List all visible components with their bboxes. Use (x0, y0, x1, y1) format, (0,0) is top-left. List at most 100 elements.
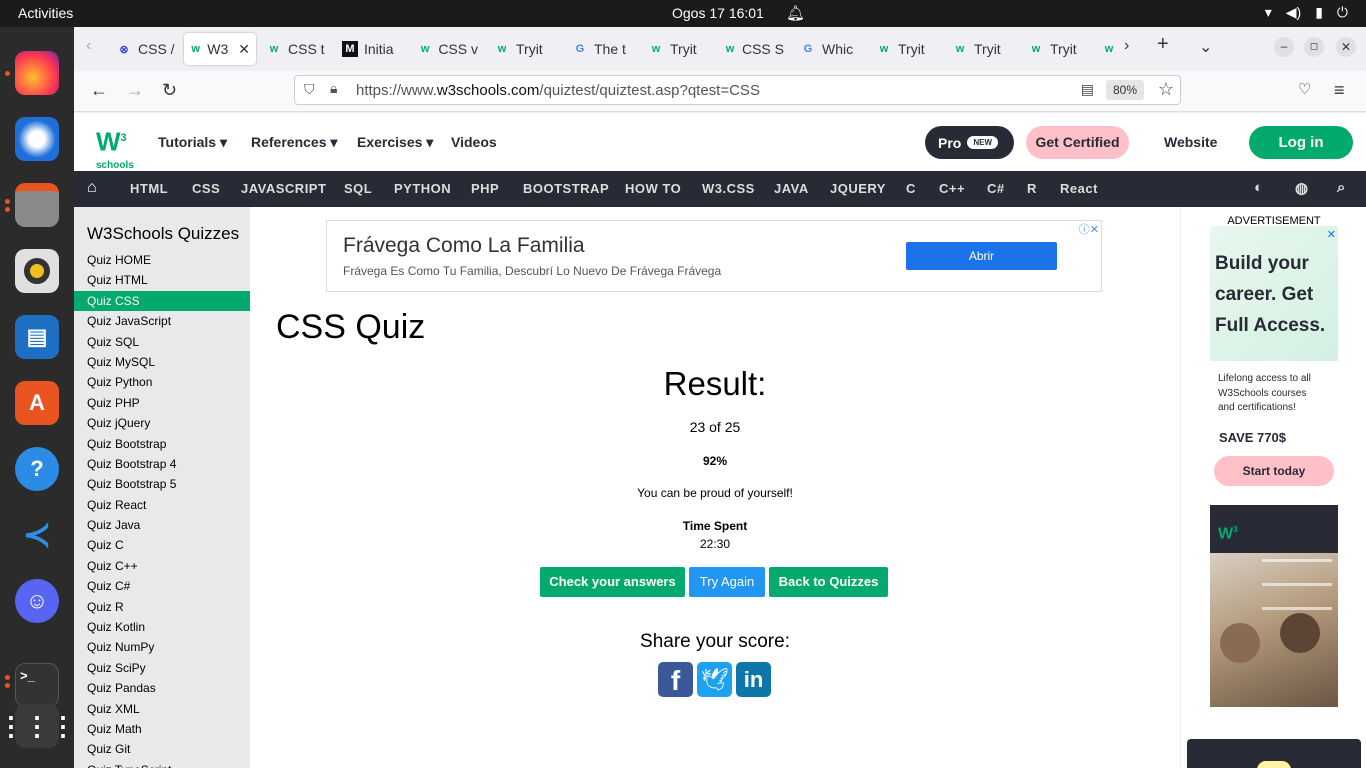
sidebar-item-quiz-html[interactable]: Quiz HTML (74, 270, 250, 290)
scroll-tabs-right-icon[interactable]: › (1124, 37, 1129, 55)
sidebar-item-quiz-pandas[interactable]: Quiz Pandas (74, 678, 250, 698)
sidebar-item-quiz-typescript[interactable]: Quiz TypeScript (74, 760, 250, 768)
clock[interactable]: Ogos 17 16:01 (672, 5, 764, 21)
sidebar-item-quiz-git[interactable]: Quiz Git (74, 739, 250, 759)
sidebar-item-quiz-css[interactable]: Quiz CSS (74, 290, 250, 312)
topnav-bootstrap[interactable]: BOOTSTRAP (523, 181, 609, 196)
tab[interactable]: M Initia (336, 33, 408, 65)
tab[interactable]: w Tryit (946, 33, 1018, 65)
sidebar-item-quiz-c[interactable]: Quiz C++ (74, 556, 250, 576)
activities-button[interactable]: Activities (18, 5, 73, 21)
tab-partial[interactable]: w (1098, 33, 1120, 65)
ad-close-icon[interactable]: ⓘ✕ (1079, 221, 1099, 237)
topnav-jquery[interactable]: JQUERY (830, 181, 886, 196)
globe-icon[interactable]: ◍ (1295, 179, 1309, 197)
try-again-button[interactable]: Try Again (689, 567, 765, 597)
tab[interactable]: w CSS t (260, 33, 332, 65)
sidebar-item-quiz-xml[interactable]: Quiz XML (74, 699, 250, 719)
tab[interactable]: w Tryit (642, 33, 714, 65)
scroll-tabs-left-icon[interactable]: ‹ (86, 37, 91, 55)
menu-videos[interactable]: Videos (451, 134, 497, 150)
zoom-level[interactable]: 80% (1106, 80, 1144, 100)
topnav-cpp[interactable]: C++ (939, 181, 965, 196)
writer-icon[interactable]: ▤ (15, 315, 59, 359)
sidebar-item-quiz-bootstrap-5[interactable]: Quiz Bootstrap 5 (74, 474, 250, 494)
topnav-react[interactable]: React (1060, 181, 1098, 196)
tab[interactable]: G Whic (794, 33, 866, 65)
topnav-java[interactable]: JAVA (774, 181, 809, 196)
ad-close-icon[interactable]: ✕ (1327, 228, 1336, 241)
vscode-icon[interactable]: ≺ (15, 513, 59, 557)
search-icon[interactable]: ⌕ (1337, 179, 1346, 196)
sidebar-item-quiz-home[interactable]: Quiz HOME (74, 250, 250, 270)
ad-title[interactable]: Frávega Como La Familia (343, 234, 585, 258)
w3schools-logo[interactable]: W3 schools (96, 125, 136, 171)
close-tab-icon[interactable]: ✕ (238, 41, 250, 58)
linkedin-share-icon[interactable]: in (736, 662, 771, 697)
sidebar-item-quiz-jquery[interactable]: Quiz jQuery (74, 413, 250, 433)
sidebar-item-quiz-bootstrap[interactable]: Quiz Bootstrap (74, 434, 250, 454)
topnav-html[interactable]: HTML (130, 181, 168, 196)
bookmark-star-icon[interactable]: ☆ (1158, 79, 1174, 100)
topnav-r[interactable]: R (1027, 181, 1037, 196)
check-answers-button[interactable]: Check your answers (540, 567, 685, 597)
tab[interactable]: w CSS v (412, 33, 484, 65)
topnav-sql[interactable]: SQL (344, 181, 372, 196)
sidebar-item-quiz-scipy[interactable]: Quiz SciPy (74, 658, 250, 678)
menu-exercises[interactable]: Exercises ▾ (357, 134, 433, 151)
system-tray[interactable]: ▾ ◀) ▮ ⏻ (1265, 4, 1348, 21)
discord-icon[interactable]: ☺ (15, 579, 59, 623)
topnav-w3css[interactable]: W3.CSS (702, 181, 755, 196)
sidebar-item-quiz-c[interactable]: Quiz C (74, 535, 250, 555)
close-window-icon[interactable]: ✕ (1336, 37, 1356, 57)
sidebar-item-quiz-math[interactable]: Quiz Math (74, 719, 250, 739)
back-to-quizzes-button[interactable]: Back to Quizzes (769, 567, 888, 597)
sidebar-item-quiz-javascript[interactable]: Quiz JavaScript (74, 311, 250, 331)
ad-bottom-partial[interactable] (1187, 739, 1361, 768)
topnav-php[interactable]: PHP (471, 181, 499, 196)
sidebar-item-quiz-c[interactable]: Quiz C# (74, 576, 250, 596)
sidebar-item-quiz-r[interactable]: Quiz R (74, 597, 250, 617)
dark-mode-icon[interactable]: ◐ (1254, 179, 1264, 196)
back-icon[interactable]: ← (90, 80, 108, 101)
rhythmbox-icon[interactable] (15, 249, 59, 293)
app-center-icon[interactable]: A (15, 381, 59, 425)
pro-button[interactable]: Pro NEW (925, 126, 1014, 159)
shield-icon[interactable]: ⛉ (304, 81, 315, 98)
pocket-icon[interactable]: ♡ (1298, 80, 1311, 98)
home-icon[interactable]: ⌂ (87, 179, 97, 197)
firefox-icon[interactable] (15, 51, 59, 95)
sidebar-item-quiz-react[interactable]: Quiz React (74, 495, 250, 515)
sidebar-item-quiz-php[interactable]: Quiz PHP (74, 393, 250, 413)
terminal-icon[interactable]: >_ (15, 663, 59, 707)
topnav-css[interactable]: CSS (192, 181, 220, 196)
reader-view-icon[interactable]: ▤ (1081, 81, 1094, 98)
tab[interactable]: G The t (566, 33, 638, 65)
sidebar-item-quiz-mysql[interactable]: Quiz MySQL (74, 352, 250, 372)
thunderbird-icon[interactable] (15, 117, 59, 161)
url-text[interactable]: https://www.w3schools.com/quiztest/quizt… (356, 82, 760, 99)
sidebar-item-quiz-sql[interactable]: Quiz SQL (74, 332, 250, 352)
menu-icon[interactable]: ≡ (1334, 80, 1345, 101)
w3-career-ad[interactable]: ✕ Build your career. Get Full Access. Li… (1210, 226, 1338, 486)
sidebar-item-quiz-bootstrap-4[interactable]: Quiz Bootstrap 4 (74, 454, 250, 474)
start-today-button[interactable]: Start today (1214, 456, 1334, 486)
maximize-icon[interactable]: ◻ (1304, 37, 1324, 57)
topnav-csharp[interactable]: C# (987, 181, 1005, 196)
sidebar-item-quiz-kotlin[interactable]: Quiz Kotlin (74, 617, 250, 637)
website-link[interactable]: Website (1164, 134, 1217, 150)
tab-active[interactable]: w W3 ✕ (184, 33, 256, 65)
menu-references[interactable]: References ▾ (251, 134, 337, 151)
sidebar-item-quiz-python[interactable]: Quiz Python (74, 372, 250, 392)
files-icon[interactable] (15, 183, 59, 227)
w3-photo-ad[interactable]: W3 (1210, 505, 1338, 707)
tab[interactable]: ⊗ CSS / (110, 33, 182, 65)
topnav-howto[interactable]: HOW TO (625, 181, 681, 196)
list-tabs-icon[interactable]: ⌄ (1199, 37, 1212, 57)
minimize-icon[interactable]: – (1274, 37, 1294, 57)
sidebar-item-quiz-numpy[interactable]: Quiz NumPy (74, 637, 250, 657)
tab[interactable]: w Tryit (1022, 33, 1094, 65)
menu-tutorials[interactable]: Tutorials ▾ (158, 134, 227, 151)
topnav-python[interactable]: PYTHON (394, 181, 451, 196)
sidebar-item-quiz-java[interactable]: Quiz Java (74, 515, 250, 535)
